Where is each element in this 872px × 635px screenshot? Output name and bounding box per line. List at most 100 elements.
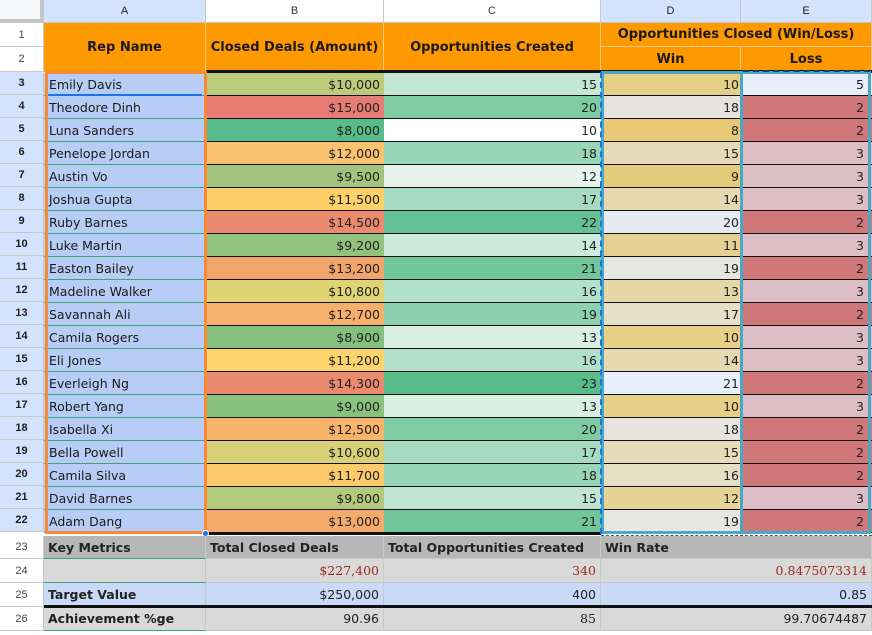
opportunities-created-cell[interactable]: 20 [384, 96, 601, 119]
row-header-20[interactable]: 20 [0, 463, 44, 486]
row-header-21[interactable]: 21 [0, 486, 44, 509]
metric-actual-label[interactable] [44, 559, 206, 583]
opportunities-created-cell[interactable]: 17 [384, 441, 601, 464]
metric-headers-label[interactable]: Key Metrics [44, 536, 206, 559]
metric-actual-total-closed[interactable]: $227,400 [206, 559, 384, 583]
copy-marker-dashed-top [743, 70, 870, 72]
closed-deals-cell[interactable]: $9,800 [206, 487, 384, 510]
closed-deals-cell[interactable]: $10,800 [206, 280, 384, 303]
opportunities-created-cell[interactable]: 19 [384, 303, 601, 326]
metric-headers-total-closed[interactable]: Total Closed Deals [206, 536, 384, 559]
copy-marker-dashed [600, 72, 602, 534]
closed-deals-cell[interactable]: $14,300 [206, 372, 384, 395]
opportunities-created-cell[interactable]: 18 [384, 142, 601, 165]
opportunities-created-cell[interactable]: 17 [384, 188, 601, 211]
opportunities-created-cell[interactable]: 16 [384, 349, 601, 372]
opportunities-created-cell[interactable]: 12 [384, 165, 601, 188]
row-header-19[interactable]: 19 [0, 440, 44, 463]
closed-deals-cell[interactable]: $10,600 [206, 441, 384, 464]
row-header-16[interactable]: 16 [0, 371, 44, 394]
opportunities-created-cell[interactable]: 21 [384, 510, 601, 533]
metric-headers-total-created[interactable]: Total Opportunities Created [384, 536, 601, 559]
row-header-14[interactable]: 14 [0, 325, 44, 348]
metric-achievement-total-closed[interactable]: 90.96 [206, 607, 384, 631]
closed-deals-cell[interactable]: $11,200 [206, 349, 384, 372]
row-header-7[interactable]: 7 [0, 164, 44, 187]
closed-deals-cell[interactable]: $13,200 [206, 257, 384, 280]
row-header-11[interactable]: 11 [0, 256, 44, 279]
closed-deals-cell[interactable]: $11,500 [206, 188, 384, 211]
row-header-10[interactable]: 10 [0, 233, 44, 256]
closed-deals-cell[interactable]: $12,000 [206, 142, 384, 165]
opportunities-created-cell[interactable]: 13 [384, 395, 601, 418]
row-header-1[interactable]: 1 [0, 23, 44, 47]
opportunities-created-cell[interactable]: 18 [384, 464, 601, 487]
selection-range-a[interactable] [45, 71, 207, 534]
data-bottom-border [206, 532, 601, 535]
row-header-25[interactable]: 25 [0, 583, 44, 607]
header-win: Win [601, 47, 741, 72]
metric-headers-win-rate[interactable]: Win Rate [601, 536, 872, 559]
metric-achievement-total-created[interactable]: 85 [384, 607, 601, 631]
header-closed-deals: Closed Deals (Amount) [206, 23, 384, 72]
column-header-c[interactable]: C [384, 0, 601, 23]
row-header-18[interactable]: 18 [0, 417, 44, 440]
closed-deals-cell[interactable]: $11,700 [206, 464, 384, 487]
row-header-13[interactable]: 13 [0, 302, 44, 325]
row-header-8[interactable]: 8 [0, 187, 44, 210]
closed-deals-cell[interactable]: $15,000 [206, 96, 384, 119]
metric-achievement-win-rate[interactable]: 99.70674487 [601, 607, 872, 631]
closed-deals-cell[interactable]: $13,000 [206, 510, 384, 533]
row-header-15[interactable]: 15 [0, 348, 44, 371]
opportunities-created-cell[interactable]: 22 [384, 211, 601, 234]
row-header-6[interactable]: 6 [0, 141, 44, 164]
row-header-2[interactable]: 2 [0, 47, 44, 72]
row-header-17[interactable]: 17 [0, 394, 44, 417]
row-header-5[interactable]: 5 [0, 118, 44, 141]
closed-deals-cell[interactable]: $12,500 [206, 418, 384, 441]
metric-achievement-label[interactable]: Achievement %ge [44, 607, 206, 631]
row-header-22[interactable]: 22 [0, 509, 44, 532]
opportunities-created-cell[interactable]: 20 [384, 418, 601, 441]
select-all-corner[interactable] [0, 0, 44, 23]
closed-deals-cell[interactable]: $10,000 [206, 73, 384, 96]
selection-range-e[interactable] [740, 71, 871, 534]
metric-target-total-created[interactable]: 400 [384, 583, 601, 607]
closed-deals-cell[interactable]: $9,500 [206, 165, 384, 188]
header-opportunities-created: Opportunities Created [384, 23, 601, 72]
metric-target-label[interactable]: Target Value [44, 583, 206, 607]
header-loss: Loss [741, 47, 872, 72]
metric-target-total-closed[interactable]: $250,000 [206, 583, 384, 607]
closed-deals-cell[interactable]: $9,200 [206, 234, 384, 257]
closed-deals-cell[interactable]: $9,000 [206, 395, 384, 418]
opportunities-created-cell[interactable]: 14 [384, 234, 601, 257]
metric-target-win-rate[interactable]: 0.85 [601, 583, 872, 607]
column-header-a[interactable]: A [44, 0, 206, 23]
header-rep-name: Rep Name [44, 23, 206, 72]
row-header-23[interactable]: 23 [0, 536, 44, 559]
opportunities-created-cell[interactable]: 16 [384, 280, 601, 303]
header-opportunities-closed: Opportunities Closed (Win/Loss) [601, 23, 872, 47]
row-header-12[interactable]: 12 [0, 279, 44, 302]
column-header-b[interactable]: B [206, 0, 384, 23]
closed-deals-cell[interactable]: $12,700 [206, 303, 384, 326]
opportunities-created-cell[interactable]: 23 [384, 372, 601, 395]
opportunities-created-cell[interactable]: 13 [384, 326, 601, 349]
row-header-24[interactable]: 24 [0, 559, 44, 583]
opportunities-created-cell[interactable]: 10 [384, 119, 601, 142]
column-header-d[interactable]: D [601, 0, 741, 23]
row-header-3[interactable]: 3 [0, 72, 44, 95]
column-header-e[interactable]: E [741, 0, 872, 23]
row-header-4[interactable]: 4 [0, 95, 44, 118]
row-header-26[interactable]: 26 [0, 607, 44, 631]
closed-deals-cell[interactable]: $14,500 [206, 211, 384, 234]
opportunities-created-cell[interactable]: 21 [384, 257, 601, 280]
row-header-9[interactable]: 9 [0, 210, 44, 233]
selection-range-d[interactable] [601, 71, 743, 534]
metric-actual-win-rate[interactable]: 0.8475073314 [601, 559, 872, 583]
opportunities-created-cell[interactable]: 15 [384, 487, 601, 510]
metric-actual-total-created[interactable]: 340 [384, 559, 601, 583]
closed-deals-cell[interactable]: $8,000 [206, 119, 384, 142]
opportunities-created-cell[interactable]: 15 [384, 73, 601, 96]
closed-deals-cell[interactable]: $8,900 [206, 326, 384, 349]
